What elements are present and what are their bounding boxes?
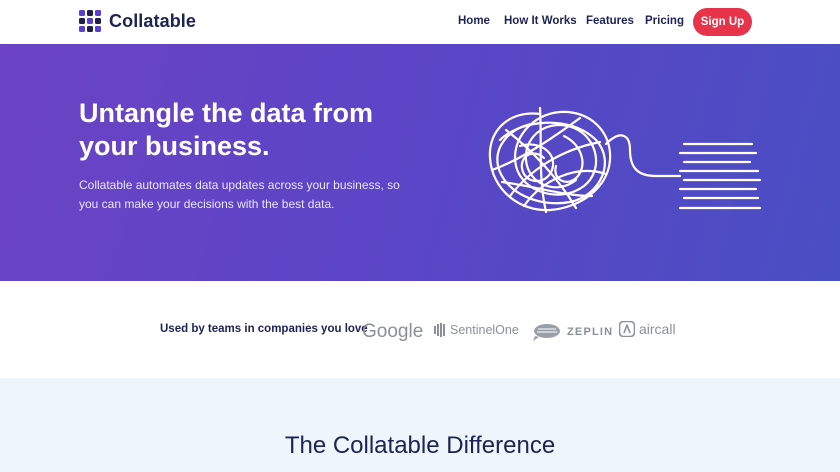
logos-label: Used by teams in companies you love <box>160 323 368 335</box>
google-logo-text: Google <box>362 321 424 342</box>
customer-logos-section: Used by teams in companies you love Goog… <box>0 281 840 378</box>
zeplin-logo-text: ZEPLIN <box>567 326 614 338</box>
nav-home[interactable]: Home <box>458 15 490 27</box>
sign-up-button[interactable]: Sign Up <box>693 8 752 36</box>
zeplin-blimp-icon <box>533 324 560 341</box>
aircall-logo: aircall <box>619 321 676 337</box>
google-logo: Google <box>362 321 423 343</box>
sentinelone-logo-text: SentinelOne <box>450 323 519 337</box>
tangle-illustration <box>488 106 762 214</box>
hero-subtitle: Collatable automates data updates across… <box>79 178 400 211</box>
nav-features[interactable]: Features <box>586 15 634 27</box>
sentinelone-logo: SentinelOne <box>434 323 519 337</box>
hero-title: Untangle the data from your business. <box>79 98 374 161</box>
hero-section: Untangle the data from your business. Co… <box>0 44 840 281</box>
site-header: Collatable Home How It Works Features Pr… <box>0 0 840 44</box>
aircall-icon <box>619 321 635 337</box>
logo-grid-icon <box>79 10 101 32</box>
aircall-logo-text: aircall <box>639 321 676 337</box>
nav-pricing[interactable]: Pricing <box>645 15 684 27</box>
nav-how-it-works[interactable]: How It Works <box>504 15 577 27</box>
brand-name: Collatable <box>109 10 197 31</box>
sentinelone-icon <box>434 323 445 337</box>
zeplin-logo: ZEPLIN <box>532 321 613 343</box>
brand-logo[interactable]: Collatable <box>79 10 196 32</box>
difference-section: The Collatable Difference <box>0 378 840 472</box>
difference-title: The Collatable Difference <box>284 432 556 459</box>
